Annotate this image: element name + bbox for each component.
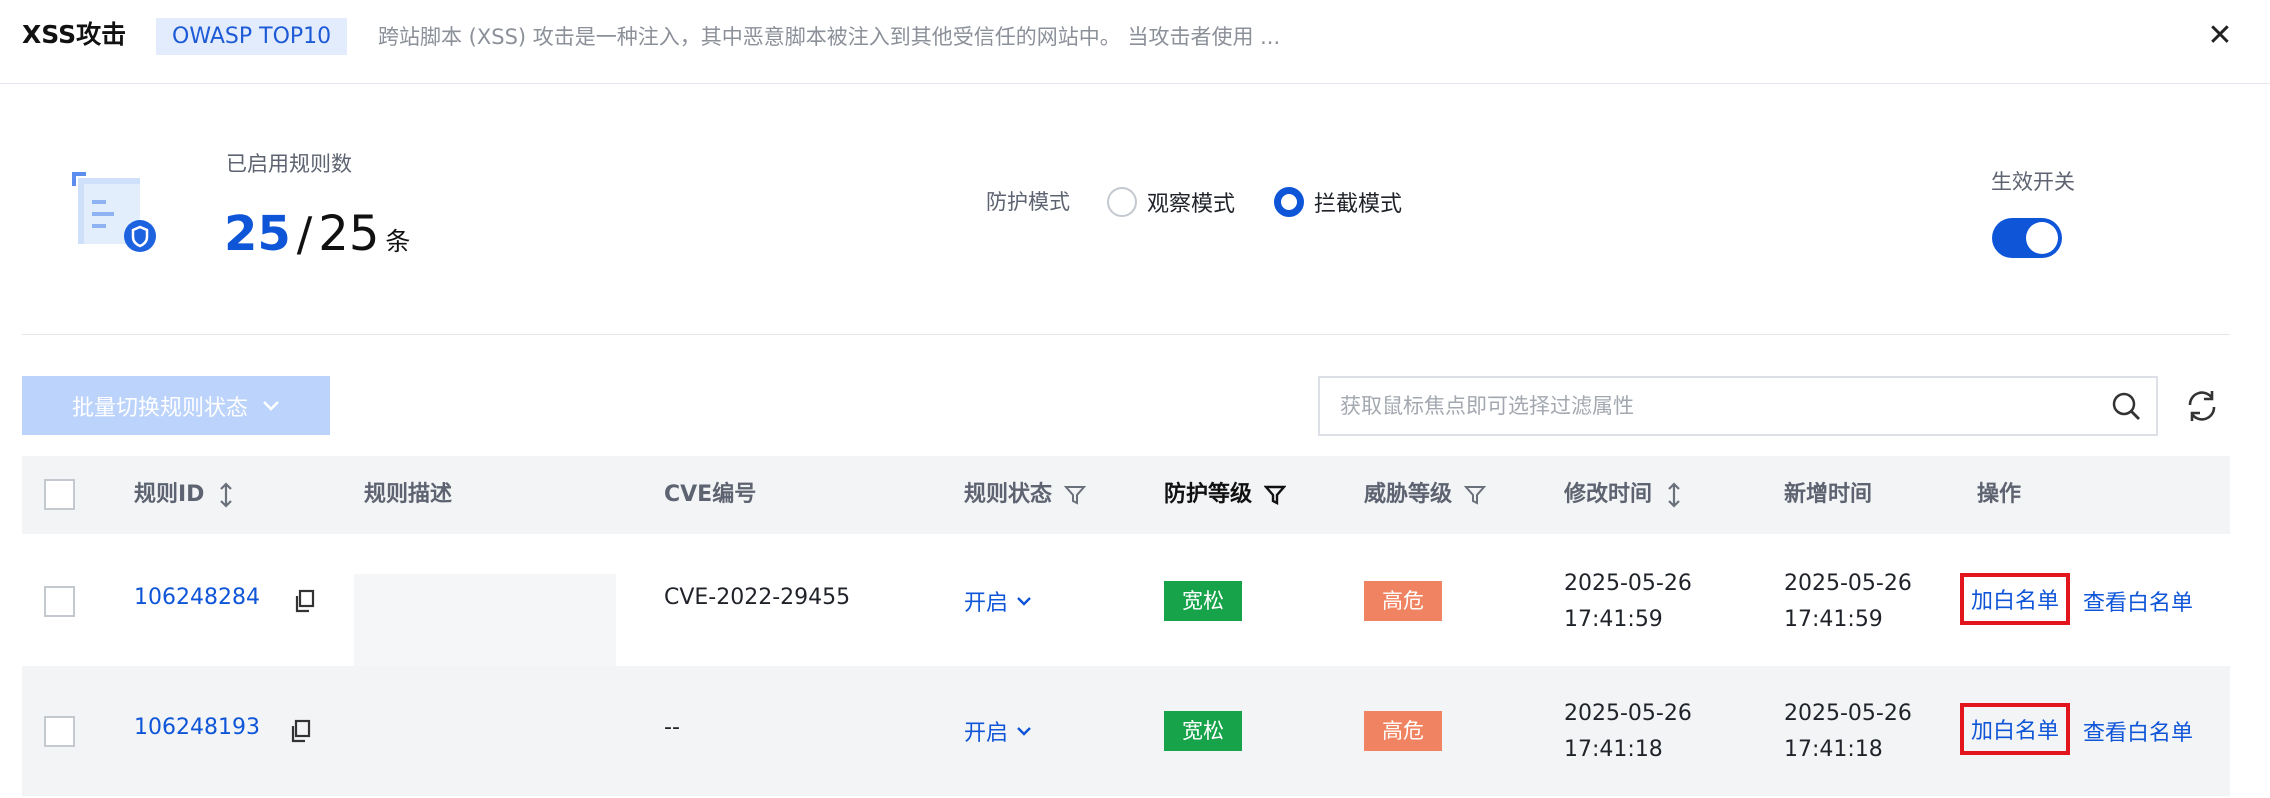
protection-level-badge: 宽松 bbox=[1164, 581, 1242, 621]
status-label: 开启 bbox=[964, 591, 1009, 616]
status-dropdown[interactable]: 开启 bbox=[964, 715, 1032, 747]
filter-icon[interactable] bbox=[1464, 484, 1487, 506]
column-actions: 操作 bbox=[1977, 482, 2022, 507]
select-all-checkbox[interactable] bbox=[44, 479, 75, 510]
switch-knob bbox=[2026, 222, 2058, 254]
radio-circle[interactable] bbox=[1107, 187, 1137, 217]
column-cve: CVE编号 bbox=[664, 482, 757, 507]
add-whitelist-button[interactable]: 加白名单 bbox=[1960, 573, 2071, 625]
cve-number: CVE-2022-29455 bbox=[664, 585, 851, 610]
sort-icon[interactable] bbox=[218, 482, 234, 508]
search-input[interactable] bbox=[1340, 390, 2100, 422]
added-time: 2025-05-26 17:41:59 bbox=[1784, 571, 1912, 632]
row-checkbox[interactable] bbox=[44, 586, 75, 617]
rule-id-link[interactable]: 106248193 bbox=[134, 715, 260, 740]
column-label: 威胁等级 bbox=[1364, 482, 1453, 507]
status-label: 开启 bbox=[964, 721, 1009, 746]
enabled-rules-label: 已启用规则数 bbox=[226, 152, 352, 176]
column-protection-level[interactable]: 防护等级 bbox=[1164, 456, 1287, 534]
total-count: 25 bbox=[318, 206, 380, 262]
view-whitelist-button[interactable]: 查看白名单 bbox=[2083, 715, 2193, 747]
add-whitelist-button[interactable]: 加白名单 bbox=[1960, 703, 2071, 755]
refresh-icon[interactable] bbox=[2184, 388, 2220, 424]
column-status[interactable]: 规则状态 bbox=[964, 456, 1087, 534]
table-row: 106248193 -- 开启 宽松 高危 2025-05-26 17:41:1… bbox=[22, 666, 2230, 796]
copy-icon[interactable] bbox=[294, 589, 316, 613]
threat-level-badge: 高危 bbox=[1364, 581, 1442, 621]
chevron-down-icon bbox=[1017, 727, 1031, 736]
bulk-toggle-label: 批量切换规则状态 bbox=[71, 395, 248, 421]
protection-mode-label: 防护模式 bbox=[986, 190, 1070, 214]
count-unit: 条 bbox=[385, 227, 411, 256]
threat-level-badge: 高危 bbox=[1364, 711, 1442, 751]
radio-observe-mode[interactable]: 观察模式 bbox=[1107, 187, 1235, 217]
effective-switch-label: 生效开关 bbox=[1991, 170, 2075, 194]
cve-number: -- bbox=[664, 715, 680, 740]
row-checkbox[interactable] bbox=[44, 716, 75, 747]
copy-icon[interactable] bbox=[290, 719, 312, 743]
column-label: 防护等级 bbox=[1164, 482, 1253, 507]
status-dropdown[interactable]: 开启 bbox=[964, 585, 1032, 617]
search-box[interactable] bbox=[1318, 376, 2158, 436]
sort-icon[interactable] bbox=[1666, 482, 1682, 508]
document-shield-icon bbox=[72, 172, 156, 252]
owasp-tag: OWASP TOP10 bbox=[156, 18, 348, 55]
badge-label: 高危 bbox=[1364, 711, 1442, 751]
chevron-down-icon bbox=[1017, 597, 1031, 606]
badge-label: 高危 bbox=[1364, 581, 1442, 621]
column-modified-time[interactable]: 修改时间 bbox=[1564, 456, 1682, 534]
column-label: 修改时间 bbox=[1564, 482, 1653, 507]
column-added-time: 新增时间 bbox=[1784, 482, 1873, 507]
bulk-toggle-button[interactable]: 批量切换规则状态 bbox=[22, 376, 330, 435]
filter-icon[interactable] bbox=[1264, 484, 1287, 506]
added-time: 2025-05-26 17:41:18 bbox=[1784, 701, 1912, 762]
divider bbox=[22, 334, 2230, 335]
close-icon[interactable]: ✕ bbox=[2200, 16, 2240, 56]
column-threat-level[interactable]: 威胁等级 bbox=[1364, 456, 1487, 534]
column-rule-id[interactable]: 规则ID bbox=[134, 456, 234, 534]
rules-count: 25/25 条 bbox=[224, 206, 410, 262]
protection-level-badge: 宽松 bbox=[1164, 711, 1242, 751]
column-label: 规则ID bbox=[134, 482, 205, 507]
table-header: 规则ID 规则描述 CVE编号 规则状态 防护等级 威胁等级 修改时间 新增时间… bbox=[22, 456, 2230, 534]
modified-time: 2025-05-26 17:41:59 bbox=[1564, 571, 1692, 632]
radio-circle-selected[interactable] bbox=[1274, 187, 1304, 217]
radio-label: 拦截模式 bbox=[1314, 192, 1403, 217]
radio-label: 观察模式 bbox=[1147, 192, 1236, 217]
rule-id-link[interactable]: 106248284 bbox=[134, 585, 260, 610]
count-separator: / bbox=[296, 207, 313, 261]
drawer-title: XSS攻击 bbox=[22, 20, 127, 49]
search-icon[interactable] bbox=[2110, 390, 2142, 422]
table-row: 106248284 CVE-2022-29455 开启 宽松 高危 2025-0… bbox=[22, 536, 2230, 748]
header-description: 跨站脚本 (XSS) 攻击是一种注入，其中恶意脚本被注入到其他受信任的网站中。 … bbox=[378, 25, 1281, 49]
enabled-count: 25 bbox=[224, 206, 291, 262]
column-description: 规则描述 bbox=[364, 482, 453, 507]
modified-time: 2025-05-26 17:41:18 bbox=[1564, 701, 1692, 762]
chevron-down-icon bbox=[263, 400, 279, 411]
view-whitelist-button[interactable]: 查看白名单 bbox=[2083, 585, 2193, 617]
badge-label: 宽松 bbox=[1164, 581, 1242, 621]
badge-label: 宽松 bbox=[1164, 711, 1242, 751]
filter-icon[interactable] bbox=[1064, 484, 1087, 506]
drawer-header: XSS攻击 OWASP TOP10 跨站脚本 (XSS) 攻击是一种注入，其中恶… bbox=[0, 0, 2270, 84]
column-label: 规则状态 bbox=[964, 482, 1053, 507]
radio-block-mode[interactable]: 拦截模式 bbox=[1274, 187, 1402, 217]
effective-switch[interactable] bbox=[1992, 218, 2062, 258]
